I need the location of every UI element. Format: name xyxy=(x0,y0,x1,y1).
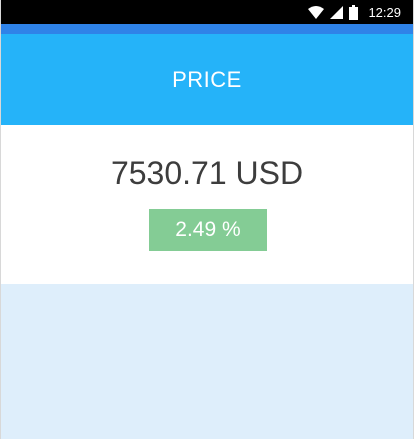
wifi-icon xyxy=(308,5,325,19)
app-screen: 12:29 PRICE 7530.71 USD 2.49 % xyxy=(0,0,414,439)
app-header: PRICE xyxy=(1,34,413,125)
price-card: 7530.71 USD 2.49 % xyxy=(1,125,413,284)
cell-signal-icon xyxy=(330,5,344,19)
page-title: PRICE xyxy=(172,66,242,92)
accent-strip xyxy=(1,24,413,34)
change-badge: 2.49 % xyxy=(149,209,267,251)
status-bar: 12:29 xyxy=(1,0,413,24)
content-area xyxy=(1,284,413,439)
battery-icon xyxy=(349,4,359,20)
clock-time: 12:29 xyxy=(368,4,401,20)
price-value: 7530.71 USD xyxy=(110,155,304,191)
status-icons: 12:29 xyxy=(308,4,401,20)
